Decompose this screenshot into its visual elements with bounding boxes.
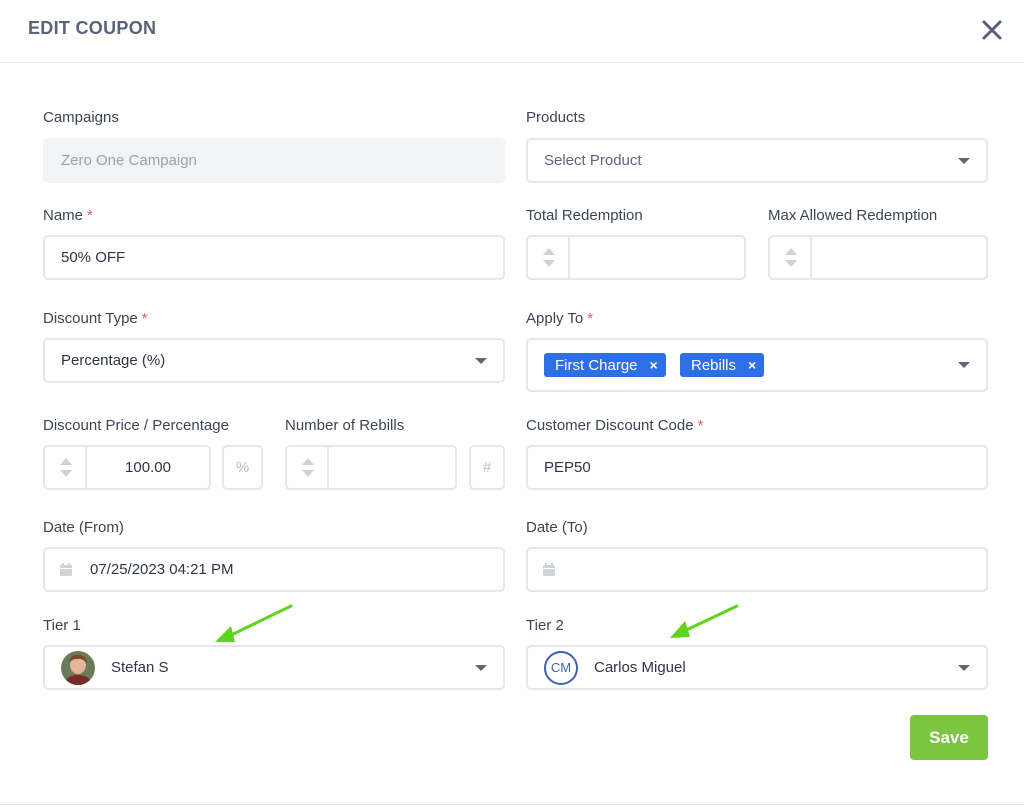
remove-tag-icon[interactable]: × — [748, 357, 756, 373]
name-input[interactable]: 50% OFF — [43, 235, 505, 280]
customer-discount-code-label: Customer Discount Code * — [526, 417, 704, 434]
apply-to-multiselect[interactable]: First Charge × Rebills × — [526, 338, 988, 392]
remove-tag-icon[interactable]: × — [650, 357, 658, 373]
chevron-down-icon — [958, 362, 970, 368]
tier2-select[interactable]: CM Carlos Miguel — [526, 645, 988, 690]
footer-divider — [0, 804, 1024, 805]
apply-to-tag-rebills: Rebills × — [680, 353, 765, 377]
date-to-input[interactable] — [526, 547, 988, 592]
stepper-down-icon[interactable] — [60, 470, 72, 477]
stepper-up-icon[interactable] — [543, 248, 555, 255]
avatar: CM — [544, 650, 578, 685]
tier1-select[interactable]: Stefan S — [43, 645, 505, 690]
discount-type-select[interactable]: Percentage (%) — [43, 338, 505, 383]
tier1-label: Tier 1 — [43, 617, 81, 634]
annotation-arrow-icon — [215, 604, 293, 642]
annotation-arrow-icon — [670, 604, 739, 638]
customer-discount-code-input[interactable]: PEP50 — [526, 445, 988, 490]
number-of-rebills-label: Number of Rebills — [285, 417, 405, 434]
products-select[interactable]: Select Product — [526, 138, 988, 183]
apply-to-label: Apply To * — [526, 310, 594, 327]
apply-to-tag-first-charge: First Charge × — [544, 353, 666, 377]
discount-type-label: Discount Type * — [43, 310, 148, 327]
date-from-input[interactable]: 07/25/2023 04:21 PM — [43, 547, 505, 592]
products-label: Products — [526, 109, 586, 126]
products-placeholder: Select Product — [544, 152, 642, 169]
date-to-label: Date (To) — [526, 519, 588, 536]
rebills-stepper[interactable] — [287, 447, 329, 488]
max-allowed-redemption-label: Max Allowed Redemption — [768, 207, 938, 224]
percent-addon: % — [222, 445, 263, 490]
campaigns-label: Campaigns — [43, 109, 119, 126]
stepper-up-icon[interactable] — [302, 458, 314, 465]
chevron-down-icon — [475, 357, 487, 364]
discount-price-label: Discount Price / Percentage — [43, 417, 229, 434]
chevron-down-icon — [958, 157, 970, 164]
date-from-label: Date (From) — [43, 519, 124, 536]
chevron-down-icon — [958, 664, 970, 671]
stepper-down-icon[interactable] — [543, 260, 555, 267]
tier2-label: Tier 2 — [526, 617, 564, 634]
discount-price-stepper[interactable] — [45, 447, 87, 488]
stepper-down-icon[interactable] — [302, 470, 314, 477]
stepper-down-icon[interactable] — [785, 260, 797, 267]
campaigns-field: Zero One Campaign — [43, 138, 505, 183]
max-allowed-redemption-input[interactable] — [768, 235, 988, 280]
total-redemption-label: Total Redemption — [526, 207, 643, 224]
number-of-rebills-input[interactable] — [285, 445, 457, 490]
total-redemption-stepper[interactable] — [528, 237, 570, 278]
calendar-icon — [60, 562, 72, 576]
chevron-down-icon — [475, 664, 487, 671]
close-icon[interactable] — [980, 18, 1004, 42]
total-redemption-input[interactable] — [526, 235, 746, 280]
calendar-icon — [543, 562, 555, 576]
dialog-header: EDIT COUPON — [0, 0, 1024, 63]
stepper-up-icon[interactable] — [60, 458, 72, 465]
name-label: Name * — [43, 207, 93, 224]
max-redemption-stepper[interactable] — [770, 237, 812, 278]
discount-price-input[interactable]: 100.00 — [43, 445, 211, 490]
hash-addon: # — [469, 445, 505, 490]
stepper-up-icon[interactable] — [785, 248, 797, 255]
dialog-title: EDIT COUPON — [28, 18, 157, 38]
save-button[interactable]: Save — [910, 715, 988, 760]
avatar — [61, 650, 95, 685]
